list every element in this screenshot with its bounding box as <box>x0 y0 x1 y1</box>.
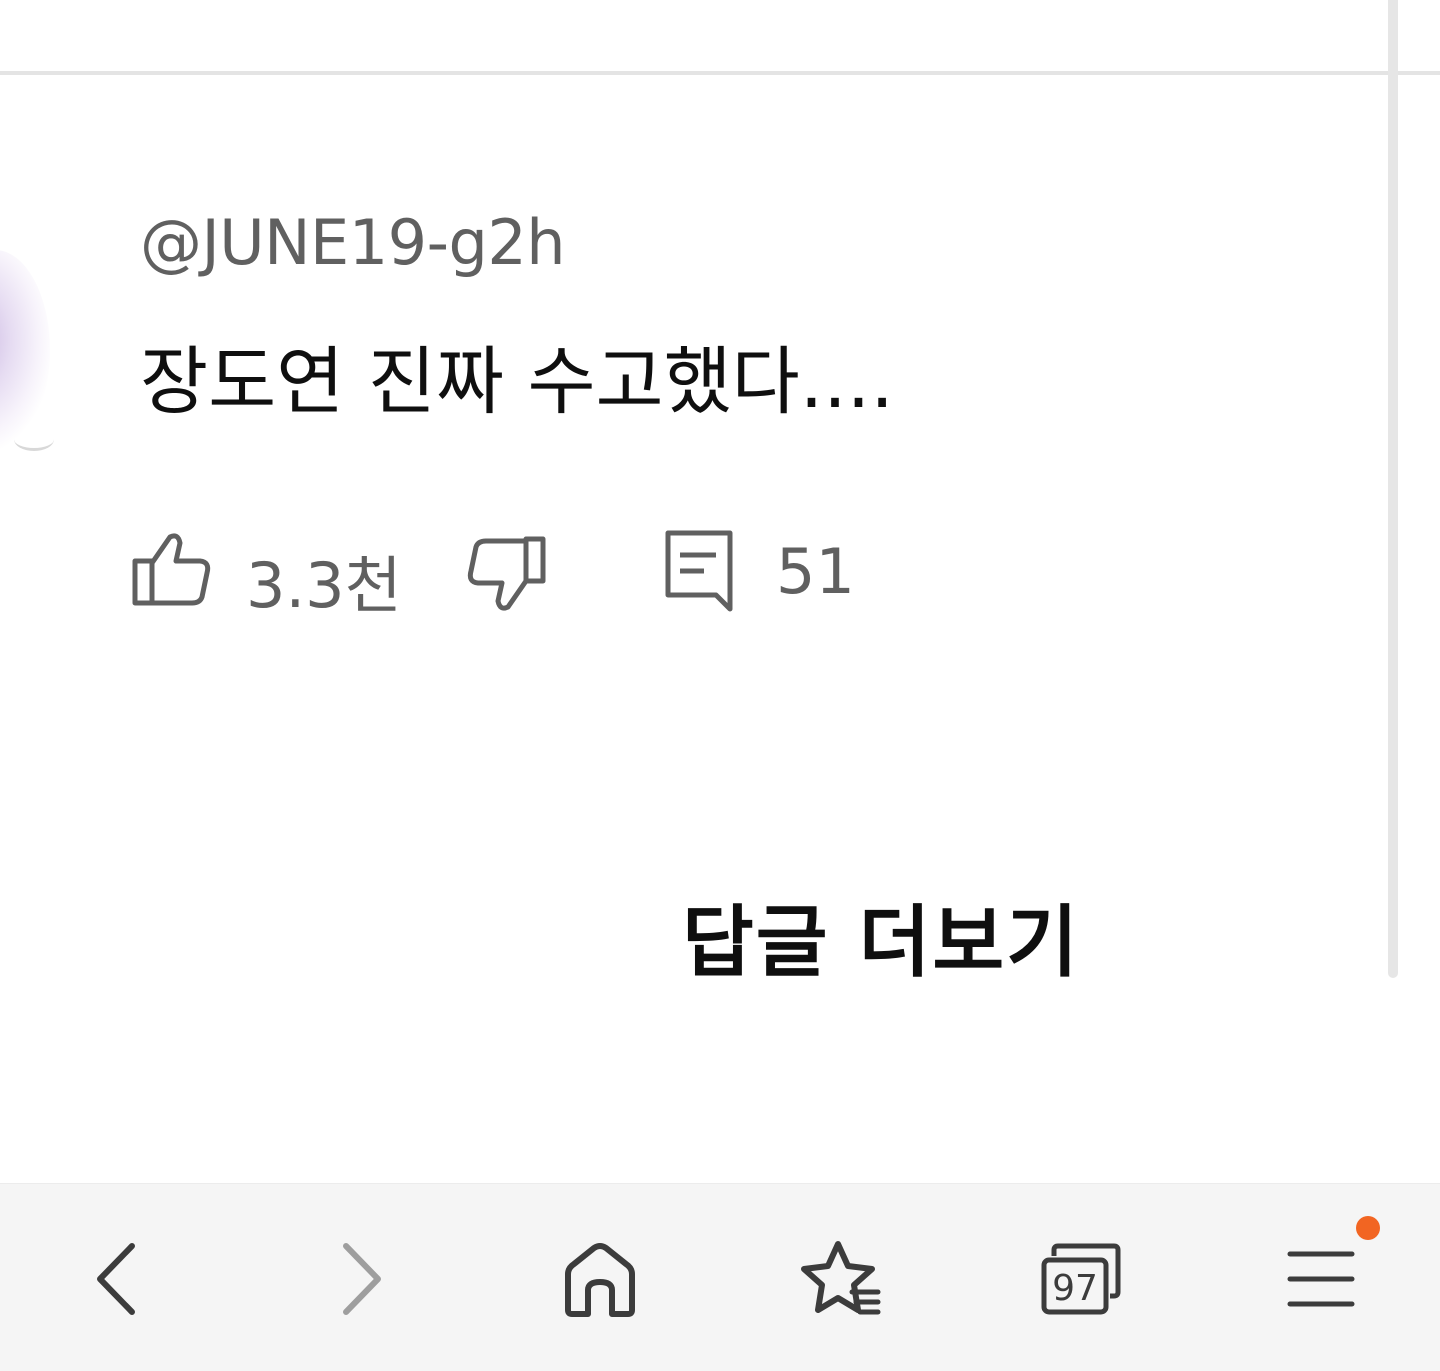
comment-page: @JUNE19-g2h 장도연 진짜 수고했다.... 3.3천 51 답글 더… <box>0 0 1440 1371</box>
back-button[interactable] <box>66 1234 166 1324</box>
home-icon <box>565 1243 635 1317</box>
bookmarks-button[interactable] <box>790 1234 890 1324</box>
home-button[interactable] <box>550 1234 650 1324</box>
chevron-right-icon <box>343 1243 381 1315</box>
like-count: 3.3천 <box>246 549 402 622</box>
menu-button[interactable] <box>1272 1216 1380 1324</box>
hamburger-menu-icon <box>1287 1251 1355 1307</box>
comment-action-row: 3.3천 51 <box>130 527 890 622</box>
avatar-mark <box>14 428 54 451</box>
thumbs-up-icon[interactable] <box>130 531 214 609</box>
tabs-icon: 97 <box>1041 1243 1121 1315</box>
more-replies-button[interactable]: 답글 더보기 <box>682 880 1080 992</box>
chevron-left-icon <box>97 1243 135 1315</box>
top-divider <box>0 71 1388 75</box>
reply-count: 51 <box>776 535 855 608</box>
comment-text: 장도연 진짜 수고했다.... <box>140 339 894 425</box>
thumbs-down-icon[interactable] <box>464 535 548 613</box>
star-list-icon <box>801 1241 881 1315</box>
scrollbar[interactable] <box>1388 0 1398 978</box>
tabs-button[interactable]: 97 <box>1030 1234 1130 1324</box>
reply-icon[interactable] <box>664 529 736 613</box>
tabs-count: 97 <box>1052 1268 1098 1309</box>
avatar[interactable] <box>0 250 50 450</box>
menu-notification-dot <box>1356 1216 1380 1240</box>
top-divider-right <box>1398 71 1440 75</box>
forward-button[interactable] <box>312 1234 412 1324</box>
comment-username[interactable]: @JUNE19-g2h <box>140 206 566 279</box>
browser-bottom-bar: 97 <box>0 1183 1440 1371</box>
